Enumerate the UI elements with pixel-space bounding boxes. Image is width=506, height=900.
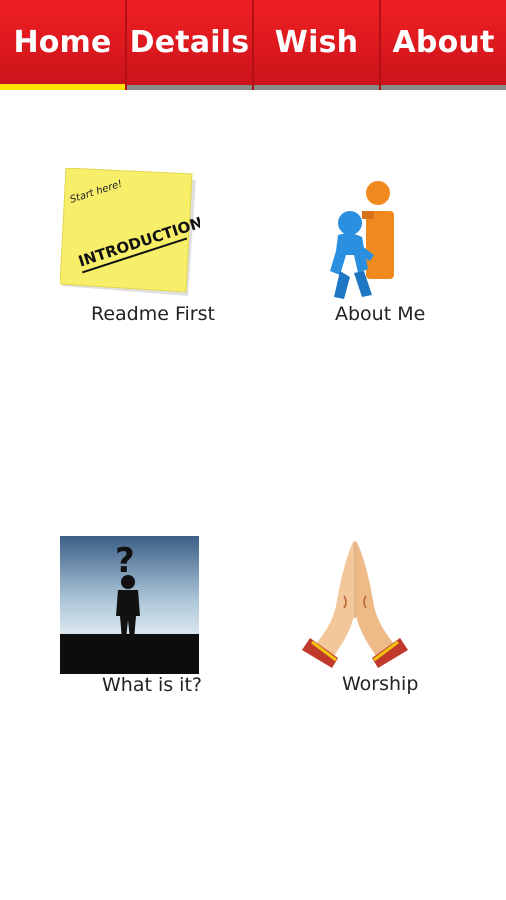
tile-label: Readme First (91, 303, 215, 325)
tab-home-label: Home (13, 24, 112, 60)
tab-bar: Home Details Wish About (0, 0, 506, 90)
tab-indicator (254, 85, 379, 90)
tab-indicator (127, 85, 252, 90)
praying-hands-icon (290, 536, 420, 668)
tile-about-me[interactable]: About Me (318, 165, 448, 335)
question-silhouette-icon: ? (60, 536, 199, 674)
introduction-note-icon: Start here! INTRODUCTION (59, 167, 205, 298)
tab-wish[interactable]: Wish (254, 0, 381, 90)
tab-home[interactable]: Home (0, 0, 127, 90)
tab-about-label: About (392, 24, 495, 60)
tile-what-is-it[interactable]: ? What is it? (60, 536, 220, 701)
tab-details[interactable]: Details (127, 0, 254, 90)
tab-details-label: Details (129, 24, 250, 60)
tab-about[interactable]: About (381, 0, 506, 90)
tile-worship[interactable]: Worship (290, 536, 440, 701)
tab-indicator (381, 85, 506, 90)
info-person-icon (328, 173, 408, 308)
tab-active-indicator (0, 84, 125, 90)
tile-readme-first[interactable]: Start here! INTRODUCTION Readme First (55, 160, 235, 335)
tab-wish-label: Wish (274, 24, 359, 60)
tile-label: About Me (335, 303, 426, 325)
tile-label: Worship (342, 673, 419, 695)
svg-text:?: ? (115, 541, 135, 581)
tile-label: What is it? (102, 674, 202, 696)
